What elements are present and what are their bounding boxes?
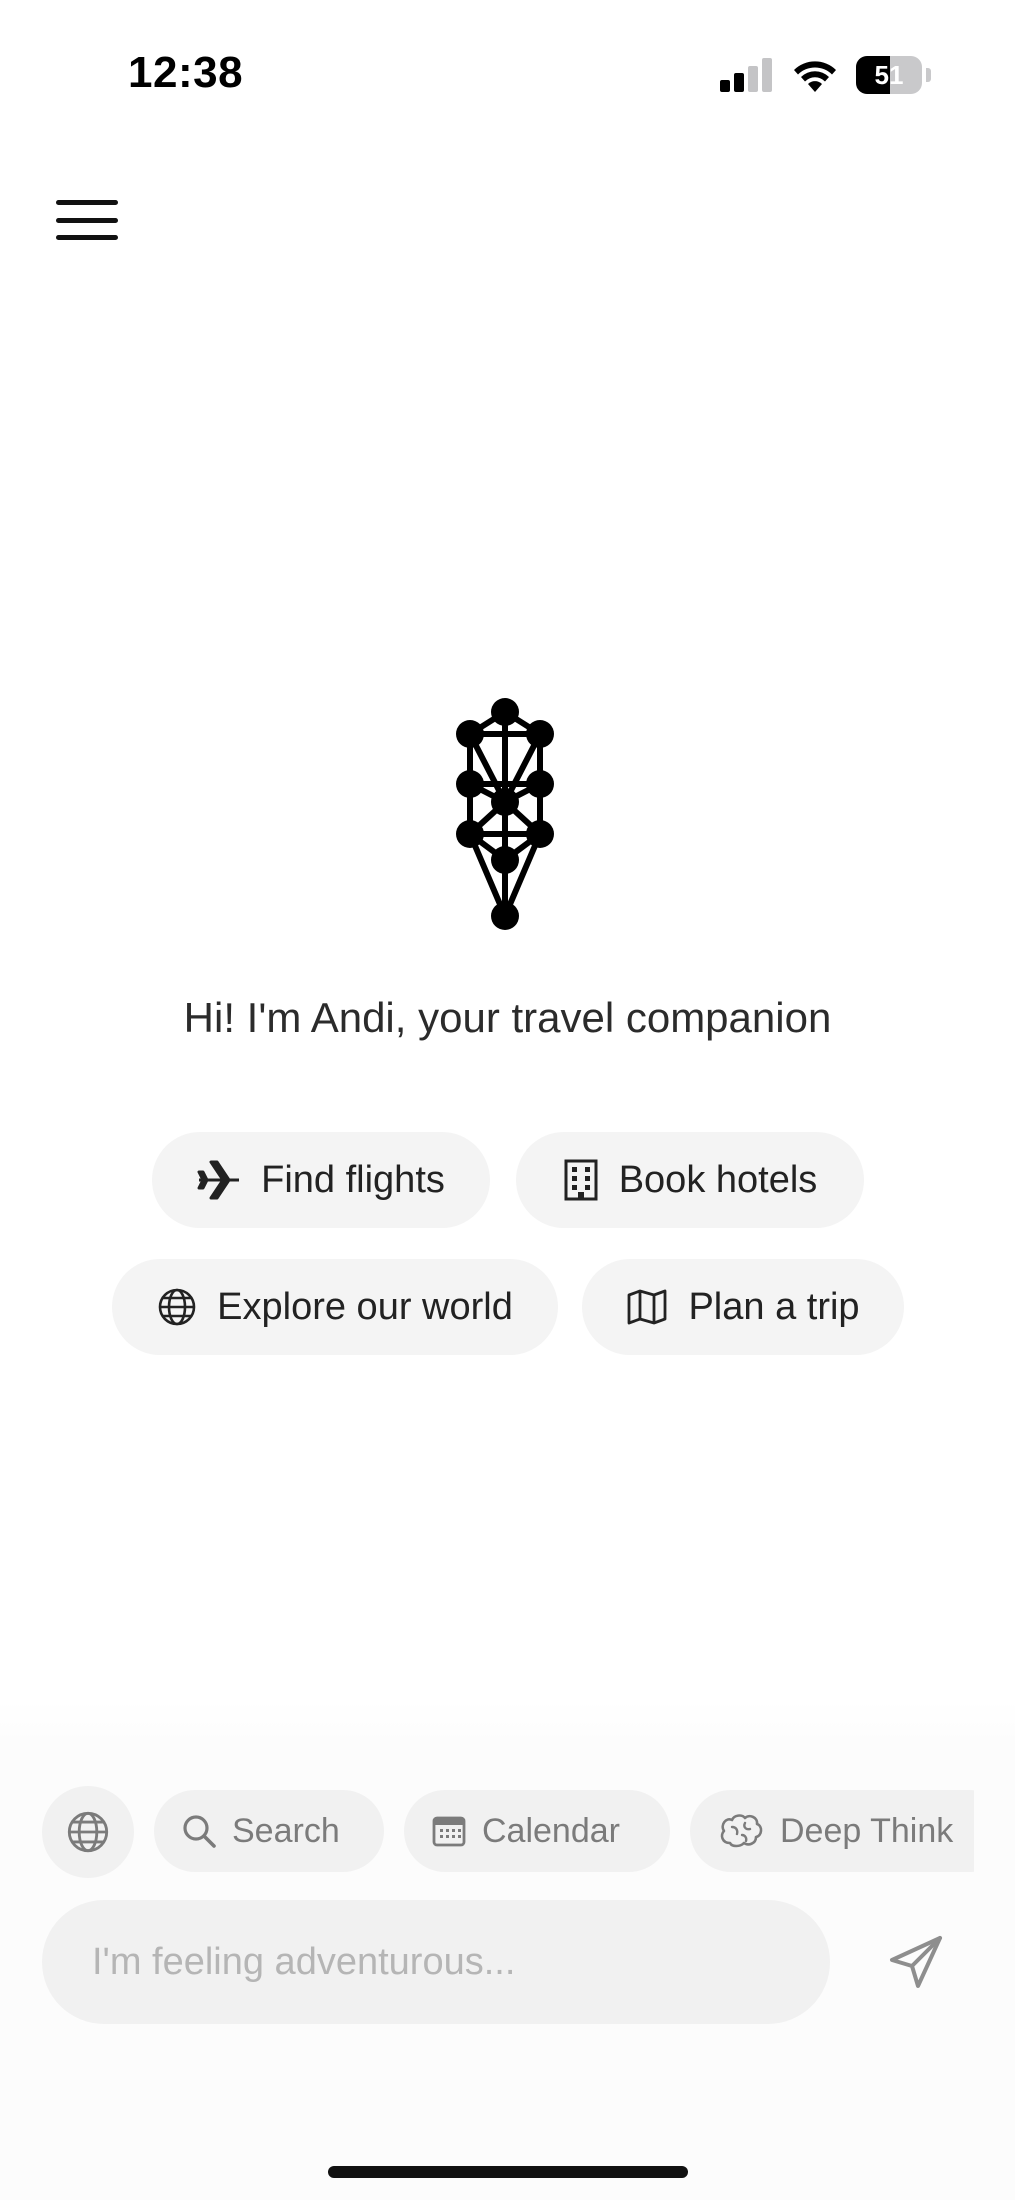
wifi-icon	[794, 61, 836, 92]
send-icon	[890, 1936, 942, 1988]
calendar-tool-button[interactable]: Calendar	[404, 1790, 670, 1872]
calendar-icon	[432, 1816, 466, 1847]
explore-world-button[interactable]: Explore our world	[112, 1259, 558, 1355]
status-indicators: 51	[720, 56, 931, 94]
airplane-icon	[197, 1160, 240, 1200]
globe-icon	[158, 1288, 196, 1326]
deep-think-tool-button[interactable]: Deep Think	[690, 1790, 974, 1872]
hamburger-menu-icon[interactable]	[56, 200, 118, 240]
globe-icon	[67, 1811, 109, 1853]
find-flights-button[interactable]: Find flights	[152, 1132, 490, 1228]
explore-world-label: Explore our world	[217, 1285, 513, 1328]
battery-cap	[926, 68, 931, 82]
plan-trip-button[interactable]: Plan a trip	[582, 1259, 904, 1355]
deep-think-tool-label: Deep Think	[780, 1811, 954, 1850]
book-hotels-label: Book hotels	[618, 1158, 818, 1201]
bottom-fade	[0, 1700, 1015, 1760]
tool-chip-row: Search Calendar Deep Think	[154, 1790, 974, 1874]
battery-percent: 51	[874, 59, 904, 90]
search-icon	[183, 1815, 216, 1848]
send-button[interactable]	[880, 1926, 952, 1998]
brain-icon	[720, 1814, 763, 1848]
status-time: 12:38	[128, 48, 244, 97]
cellular-signal-icon	[720, 58, 772, 92]
message-input[interactable]	[42, 1900, 830, 2024]
greeting-text: Hi! I'm Andi, your travel companion	[183, 994, 832, 1041]
plan-trip-label: Plan a trip	[688, 1285, 860, 1328]
map-icon	[628, 1289, 667, 1325]
building-icon	[564, 1159, 598, 1201]
home-indicator[interactable]	[328, 2166, 688, 2178]
battery-indicator: 51	[856, 56, 922, 94]
search-tool-label: Search	[232, 1811, 340, 1850]
app-screen: 12:38 51 Hi! I'm Andi, your travel compa…	[0, 0, 1015, 2200]
tree-of-life-logo	[456, 698, 554, 930]
calendar-tool-label: Calendar	[482, 1811, 620, 1850]
web-toggle-button[interactable]	[42, 1786, 134, 1878]
book-hotels-button[interactable]: Book hotels	[516, 1132, 864, 1228]
find-flights-label: Find flights	[261, 1158, 445, 1201]
search-tool-button[interactable]: Search	[154, 1790, 384, 1872]
